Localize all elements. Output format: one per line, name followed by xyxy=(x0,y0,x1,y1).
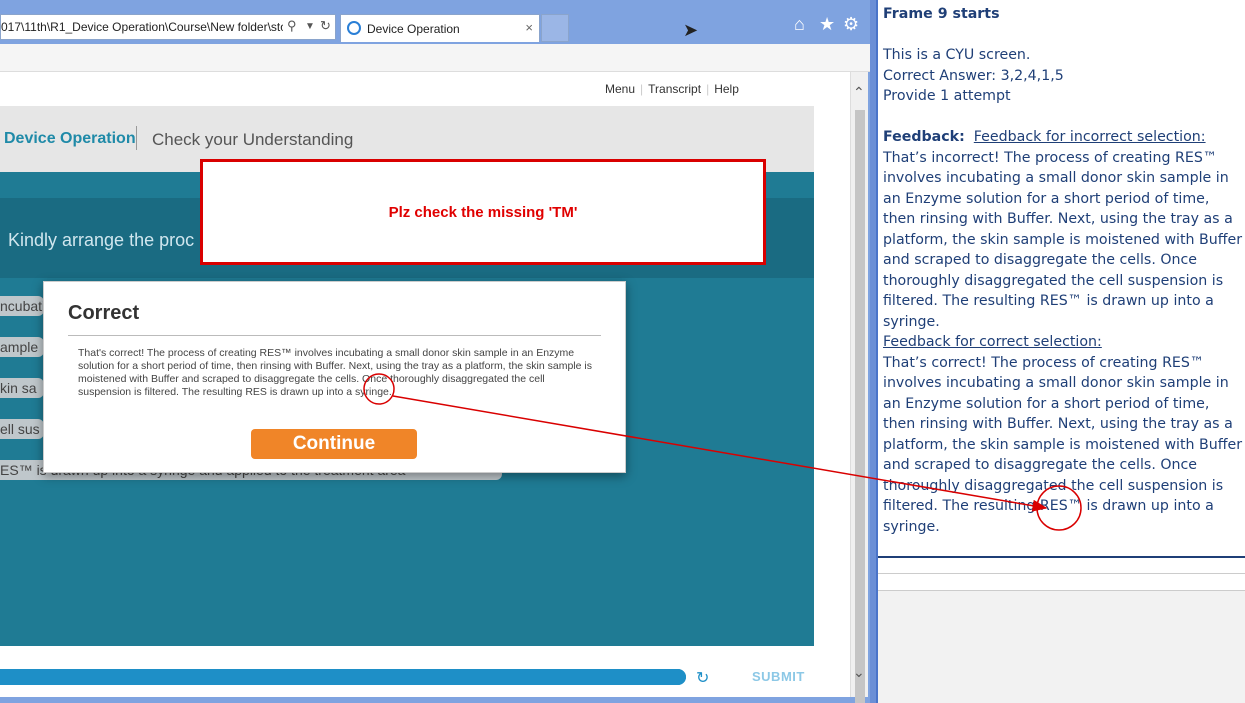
incorrect-heading: Feedback for incorrect selection: xyxy=(973,129,1206,145)
submit-button[interactable]: SUBMIT xyxy=(752,669,805,684)
help-link[interactable]: Help xyxy=(709,82,744,96)
script-line-2: Correct Answer: 3,2,4,1,5 xyxy=(883,67,1064,84)
dialog-body: That's correct! The process of creating … xyxy=(78,347,592,398)
review-comment-text: Plz check the missing 'TM' xyxy=(388,204,578,221)
tab-label: Device Operation xyxy=(367,22,460,36)
feedback-dialog: Correct That's correct! The process of c… xyxy=(43,281,626,473)
progress-bar xyxy=(0,669,686,685)
dialog-divider xyxy=(68,335,601,336)
scroll-down-icon[interactable]: ⌄ xyxy=(853,664,865,681)
drag-item-2[interactable]: ample xyxy=(0,337,44,357)
browser-titlebar: 017\11th\R1_Device Operation\Course\New … xyxy=(0,0,870,44)
question-text: Kindly arrange the proc xyxy=(8,230,195,250)
drag-item-1[interactable]: ncubati xyxy=(0,296,44,316)
ie-logo-icon xyxy=(347,21,361,35)
drag-item-3[interactable]: kin sa xyxy=(0,378,44,398)
dropdown-icon[interactable]: ▼ xyxy=(305,21,315,32)
section-title: Check your Understanding xyxy=(152,130,354,149)
star-icon[interactable]: ★ xyxy=(819,14,835,35)
refresh-icon[interactable]: ↻ xyxy=(320,18,331,34)
continue-button[interactable]: Continue xyxy=(251,429,417,459)
transcript-link[interactable]: Transcript xyxy=(643,82,706,96)
correct-heading: Feedback for correct selection: xyxy=(883,334,1102,350)
script-line-1: This is a CYU screen. xyxy=(883,47,1031,63)
script-panel: Frame 9 starts This is a CYU screen. Cor… xyxy=(876,0,1245,703)
close-tab-icon[interactable]: × xyxy=(525,20,533,35)
tab-device-operation[interactable]: Device Operation × xyxy=(340,14,540,42)
command-bar xyxy=(0,44,870,72)
frame-heading: Frame 9 starts xyxy=(883,6,1000,22)
correct-feedback-text: That’s correct! The process of creating … xyxy=(883,354,1243,535)
address-bar[interactable]: 017\11th\R1_Device Operation\Course\New … xyxy=(0,14,336,40)
dialog-title: Correct xyxy=(68,302,140,324)
menu-link[interactable]: Menu xyxy=(600,82,640,96)
progress-fill xyxy=(0,669,686,685)
feedback-label: Feedback: xyxy=(883,129,965,145)
header-divider xyxy=(136,126,137,150)
script-text: Frame 9 starts This is a CYU screen. Cor… xyxy=(883,4,1245,537)
scroll-up-icon[interactable]: ⌃ xyxy=(853,84,865,101)
vertical-scrollbar[interactable]: ⌃ ⌄ xyxy=(850,72,868,703)
panel-divider xyxy=(878,556,1245,558)
review-comment-box: Plz check the missing 'TM' xyxy=(200,159,766,265)
course-topnav: Menu | Transcript | Help xyxy=(600,82,744,96)
course-title: Device Operation xyxy=(4,130,136,147)
search-icon[interactable]: ⚲ xyxy=(287,18,297,34)
panel-divider xyxy=(878,573,1245,574)
reset-icon[interactable]: ↻ xyxy=(696,668,709,688)
home-icon[interactable]: ⌂ xyxy=(794,14,805,35)
address-url: 017\11th\R1_Device Operation\Course\New … xyxy=(1,20,283,34)
new-tab-button[interactable] xyxy=(541,14,569,42)
gear-icon[interactable]: ⚙ xyxy=(843,14,859,35)
scrollbar-thumb[interactable] xyxy=(855,110,865,703)
panel-footer xyxy=(878,591,1245,703)
mouse-cursor-icon: ➤ xyxy=(683,20,699,40)
script-line-3: Provide 1 attempt xyxy=(883,88,1011,104)
incorrect-feedback-text: That’s incorrect! The process of creatin… xyxy=(883,149,1243,330)
drag-item-4[interactable]: ell sus xyxy=(0,419,44,439)
